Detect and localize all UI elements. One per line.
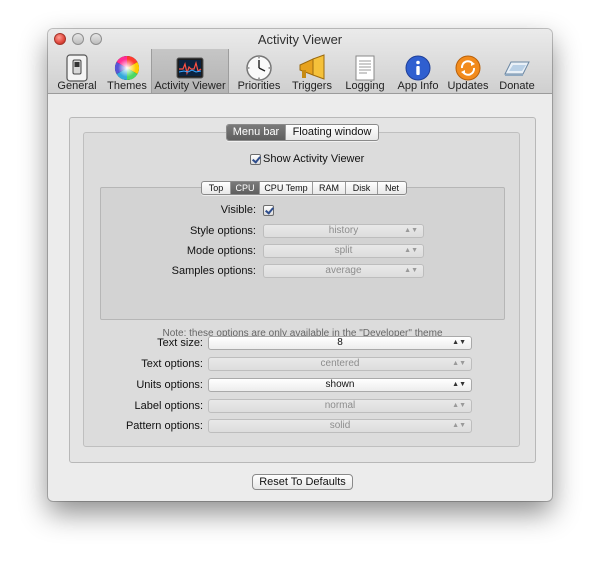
- mode-options-popup[interactable]: split ▲▼: [263, 244, 424, 258]
- style-options-popup[interactable]: history ▲▼: [263, 224, 424, 238]
- popup-arrows-icon: ▲▼: [452, 422, 466, 429]
- info-icon: [405, 55, 431, 81]
- sub-tab-bar: Top CPU CPU Temp RAM Disk Net: [201, 181, 407, 195]
- visible-label: Visible:: [220, 204, 256, 216]
- toolbar-item-general[interactable]: General: [52, 49, 102, 93]
- toolbar-label-themes: Themes: [107, 80, 147, 92]
- color-wheel-icon: [114, 55, 140, 80]
- text-options-popup[interactable]: centered ▲▼: [208, 357, 472, 371]
- toolbar-item-priorities[interactable]: Priorities: [234, 49, 284, 93]
- pattern-options-label: Pattern options:: [125, 420, 203, 432]
- toolbar-label-triggers: Triggers: [292, 80, 332, 92]
- show-activity-viewer-checkbox[interactable]: [250, 154, 261, 165]
- megaphone-icon: [299, 54, 325, 80]
- toolbar-item-triggers[interactable]: Triggers: [287, 49, 337, 93]
- toolbar-item-themes[interactable]: Themes: [102, 49, 152, 93]
- popup-arrows-icon: ▲▼: [452, 402, 466, 409]
- mode-options-label: Mode options:: [186, 245, 256, 257]
- toolbar-label-app-info: App Info: [397, 80, 439, 92]
- samples-options-value: average: [325, 265, 362, 276]
- toolbar-item-donate[interactable]: Donate: [494, 49, 540, 93]
- style-options-value: history: [328, 225, 359, 236]
- toolbar: Activity Viewer General Themes Activity …: [48, 29, 552, 94]
- updates-icon: [455, 55, 481, 81]
- toolbar-item-logging[interactable]: Logging: [340, 49, 390, 93]
- label-options-value: normal: [324, 400, 356, 411]
- toolbar-item-app-info[interactable]: App Info: [392, 49, 444, 93]
- toolbar-item-updates[interactable]: Updates: [444, 49, 492, 93]
- tab-floating-window[interactable]: Floating window: [286, 125, 378, 140]
- visible-checkbox[interactable]: [263, 205, 274, 216]
- text-size-label: Text size:: [157, 337, 203, 349]
- text-options-value: centered: [320, 358, 360, 369]
- text-size-popup[interactable]: 8 ▲▼: [208, 336, 472, 350]
- samples-options-label: Samples options:: [171, 265, 256, 277]
- toolbar-label-logging: Logging: [345, 80, 385, 92]
- popup-arrows-icon: ▲▼: [452, 339, 466, 346]
- text-options-label: Text options:: [141, 358, 203, 370]
- label-options-label: Label options:: [134, 400, 204, 412]
- tab-ram[interactable]: RAM: [313, 182, 346, 194]
- preferences-window: Activity Viewer General Themes Activity …: [48, 29, 552, 501]
- popup-arrows-icon: ▲▼: [404, 247, 418, 254]
- popup-arrows-icon: ▲▼: [404, 227, 418, 234]
- tab-cpu-temp[interactable]: CPU Temp: [260, 182, 313, 194]
- popup-arrows-icon: ▲▼: [452, 360, 466, 367]
- toolbar-label-general: General: [57, 80, 97, 92]
- switch-icon: [66, 54, 88, 82]
- reset-to-defaults-button[interactable]: Reset To Defaults: [252, 474, 353, 490]
- tab-menu-bar[interactable]: Menu bar: [227, 125, 286, 140]
- main-tab-bar: Menu bar Floating window: [226, 124, 379, 141]
- style-options-label: Style options:: [189, 225, 256, 237]
- tab-top[interactable]: Top: [202, 182, 231, 194]
- activity-monitor-icon: [176, 57, 204, 79]
- pattern-options-popup[interactable]: solid ▲▼: [208, 419, 472, 433]
- units-options-value: shown: [325, 379, 355, 390]
- clock-icon: [246, 55, 272, 81]
- tab-cpu[interactable]: CPU: [231, 182, 260, 194]
- tab-net[interactable]: Net: [378, 182, 406, 194]
- toolbar-label-activity-viewer: Activity Viewer: [154, 80, 226, 92]
- tab-disk[interactable]: Disk: [346, 182, 378, 194]
- samples-options-popup[interactable]: average ▲▼: [263, 264, 424, 278]
- popup-arrows-icon: ▲▼: [452, 381, 466, 388]
- toolbar-label-updates: Updates: [447, 80, 489, 92]
- units-options-popup[interactable]: shown ▲▼: [208, 378, 472, 392]
- donate-icon: [504, 61, 530, 76]
- text-size-value: 8: [337, 337, 343, 348]
- label-options-popup[interactable]: normal ▲▼: [208, 399, 472, 413]
- toolbar-label-priorities: Priorities: [237, 80, 281, 92]
- mode-options-value: split: [334, 245, 353, 256]
- toolbar-item-activity-viewer[interactable]: Activity Viewer: [151, 49, 229, 93]
- window-title: Activity Viewer: [257, 32, 343, 47]
- toolbar-label-donate: Donate: [499, 80, 535, 92]
- show-activity-viewer-label: Show Activity Viewer: [263, 153, 365, 165]
- log-document-icon: [355, 55, 375, 81]
- popup-arrows-icon: ▲▼: [404, 267, 418, 274]
- units-options-label: Units options:: [136, 379, 203, 391]
- pattern-options-value: solid: [329, 420, 351, 431]
